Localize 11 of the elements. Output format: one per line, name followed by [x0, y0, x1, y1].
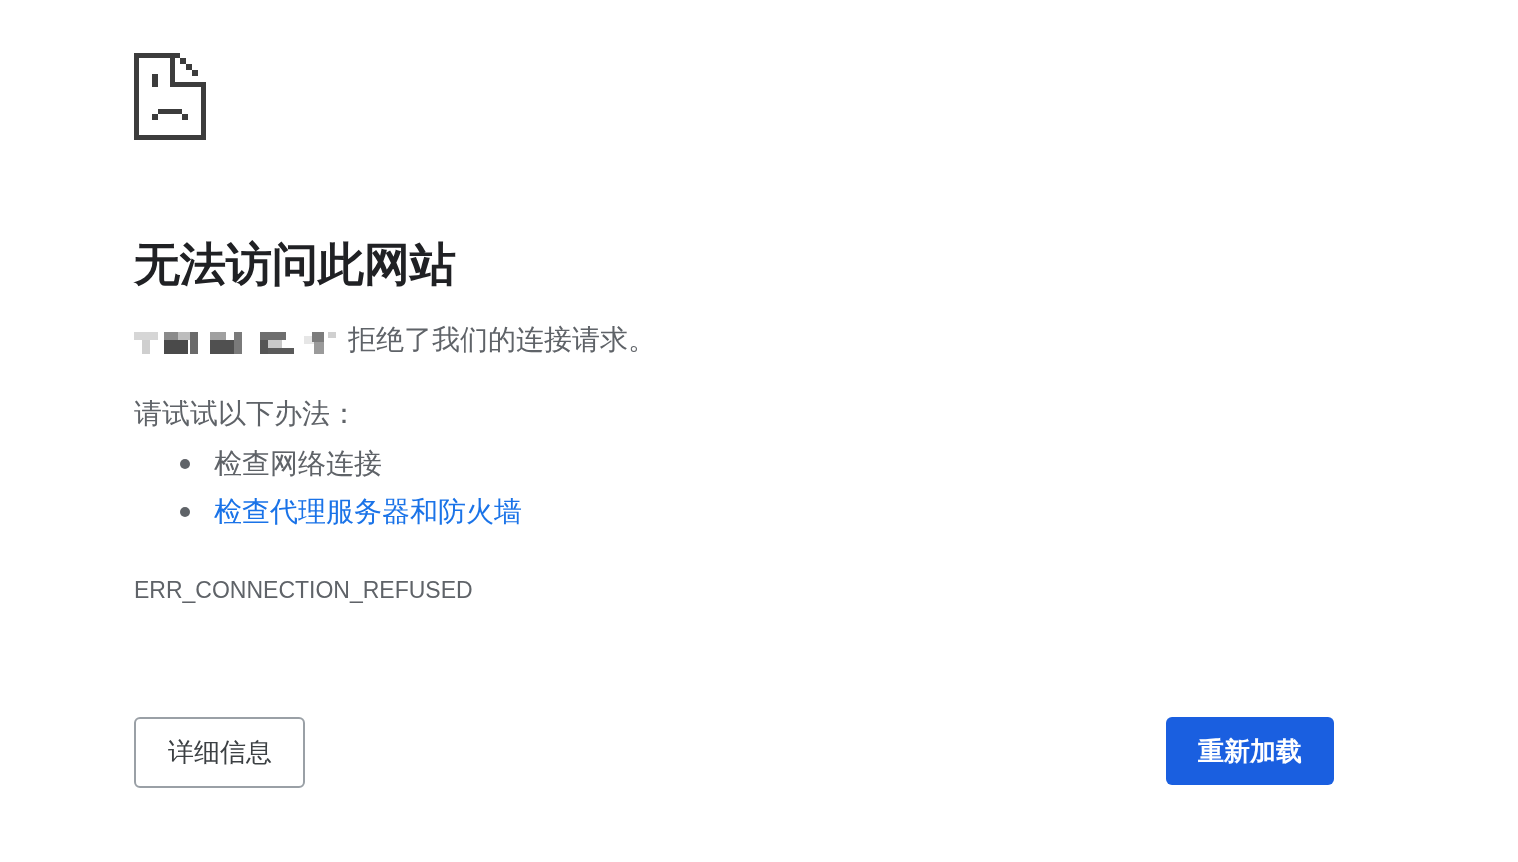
suggestion-text: 检查网络连接 — [214, 447, 382, 481]
error-title: 无法访问此网站 — [134, 237, 456, 292]
reload-button[interactable]: 重新加载 — [1166, 717, 1334, 785]
suggestion-link[interactable]: 检查代理服务器和防火墙 — [214, 492, 522, 532]
suggestions-heading: 请试试以下办法： — [134, 397, 358, 431]
sad-file-icon — [134, 53, 206, 140]
details-button[interactable]: 详细信息 — [134, 717, 305, 788]
error-code: ERR_CONNECTION_REFUSED — [134, 576, 473, 605]
bullet-icon — [180, 459, 190, 469]
error-message: 拒绝了我们的连接请求。 — [348, 323, 656, 357]
bullet-icon — [180, 507, 190, 517]
